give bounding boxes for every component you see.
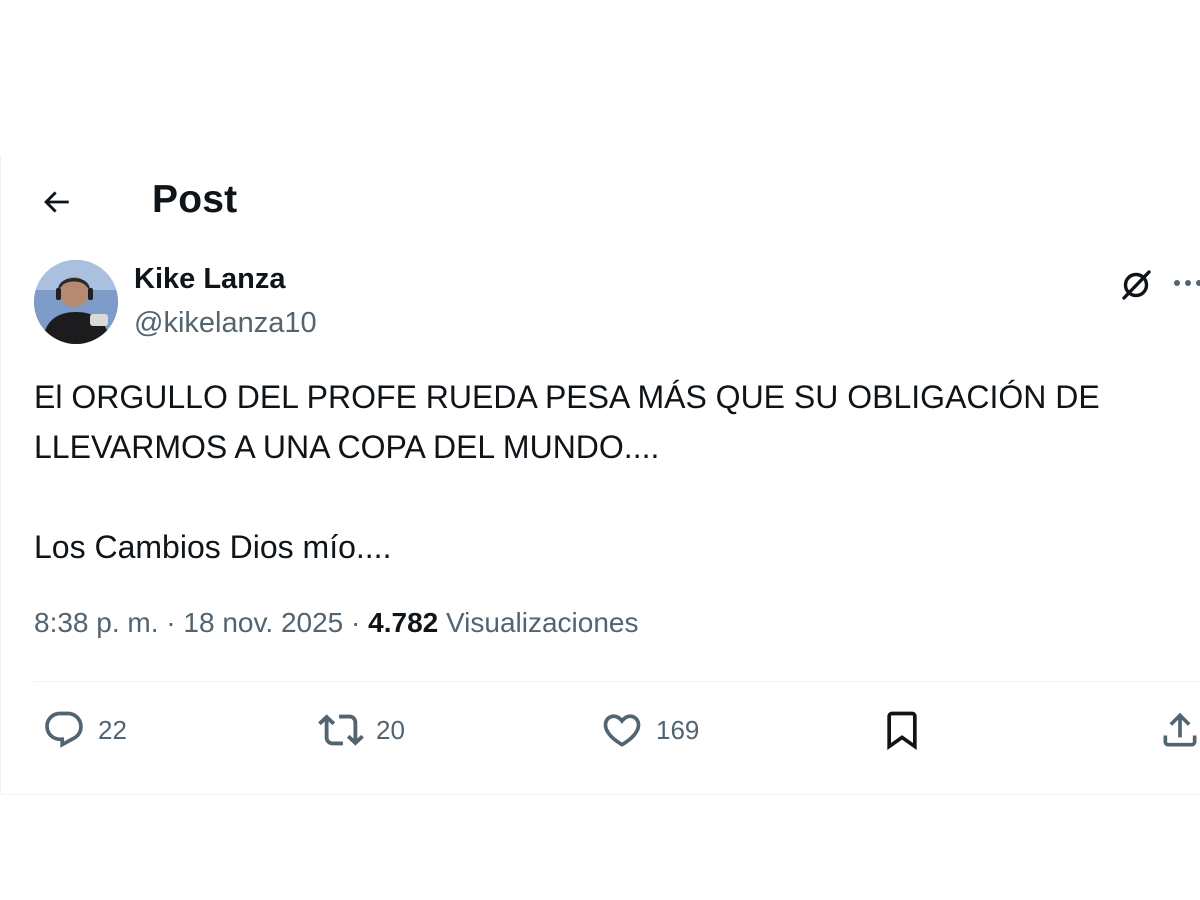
reply-button[interactable]: 22	[42, 708, 127, 752]
bookmark-button[interactable]	[880, 708, 924, 752]
retweet-button[interactable]: 20	[318, 708, 405, 752]
avatar-photo	[34, 260, 118, 344]
page-title: Post	[152, 178, 238, 221]
back-button[interactable]	[36, 182, 76, 222]
tweet-text: El ORGULLO DEL PROFE RUEDA PESA MÁS QUE …	[34, 379, 1100, 565]
heart-icon	[603, 714, 641, 747]
meta-separator: ·	[351, 607, 361, 638]
divider	[34, 681, 1200, 682]
more-button[interactable]	[1172, 268, 1200, 298]
views-count: 4.782	[368, 607, 439, 638]
views-label: Visualizaciones	[446, 607, 639, 638]
arrow-left-icon	[44, 191, 69, 213]
like-count: 169	[656, 714, 700, 745]
retweet-icon	[318, 714, 364, 746]
author-handle[interactable]: @kikelanza10	[134, 307, 317, 340]
share-upload-icon	[1163, 712, 1197, 747]
speech-bubble-icon	[45, 711, 83, 748]
meta-separator: ·	[166, 607, 176, 638]
like-button[interactable]: 169	[600, 708, 699, 752]
bookmark-icon	[887, 711, 917, 751]
tweet-meta: 8:38 p. m. · 18 nov. 2025 · 4.782 Visual…	[34, 607, 639, 639]
share-button[interactable]	[1158, 708, 1200, 752]
author-name[interactable]: Kike Lanza	[134, 263, 286, 296]
tweet-date[interactable]: 18 nov. 2025	[183, 607, 343, 638]
reply-count: 22	[98, 714, 127, 745]
tweet-time[interactable]: 8:38 p. m.	[34, 607, 159, 638]
grok-button[interactable]	[1116, 265, 1156, 305]
grok-icon	[1122, 270, 1151, 300]
avatar[interactable]	[34, 260, 118, 344]
more-dots-icon	[1174, 280, 1200, 286]
retweet-count: 20	[376, 714, 405, 745]
